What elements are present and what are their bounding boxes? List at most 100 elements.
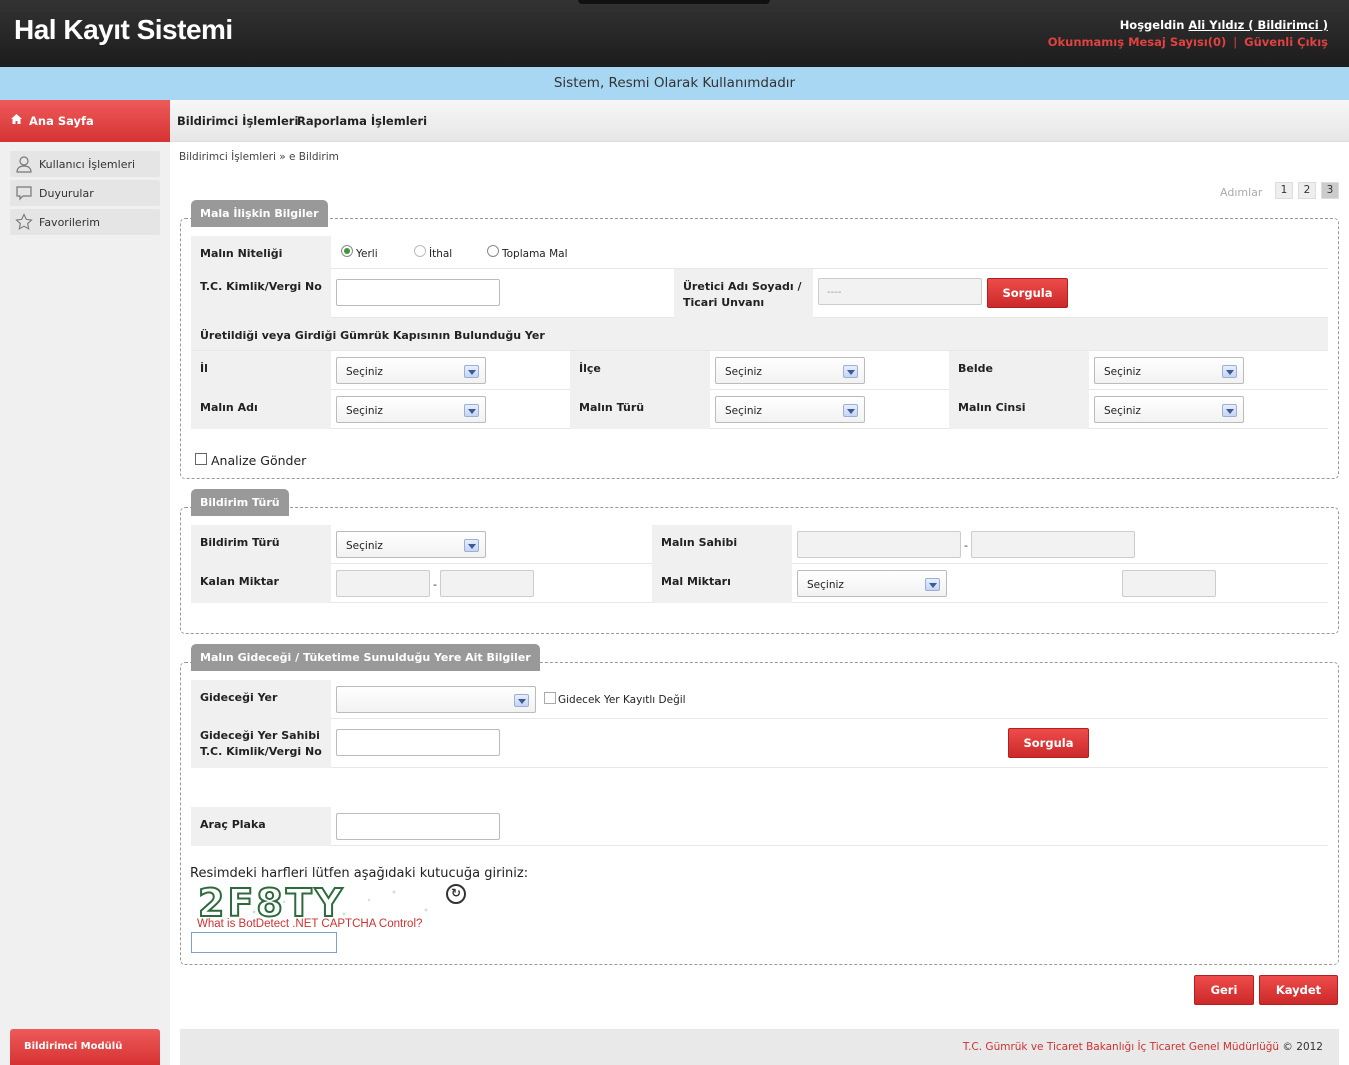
captcha-text: 2F8TY [198,882,345,920]
radio-toplama-mal[interactable] [487,245,499,257]
radio-label-toplama: Toplama Mal [502,248,568,260]
label-malin-niteligi: Malın Niteliği [191,236,331,269]
refresh-captcha-icon[interactable]: ↻ [446,884,466,904]
footer: T.C. Gümrük ve Ticaret Bakanlığı İç Tica… [180,1029,1339,1065]
chevron-down-icon [925,578,940,591]
arac-plaka-input[interactable] [336,813,500,840]
legend-mala-iliskin: Mala İlişkin Bilgiler [191,200,328,227]
speech-bubble-icon [16,186,32,201]
top-header: Hal Kayıt Sistemi Hoşgeldin Ali Yıldız (… [0,0,1349,67]
label-mal-miktari: Mal Miktarı [652,564,792,603]
home-label: Ana Sayfa [29,114,94,128]
messages-link[interactable]: Okunmamış Mesaj Sayısı(0) [1048,35,1227,49]
footer-copyright: © 2012 [1279,1041,1323,1053]
header-links: Okunmamış Mesaj Sayısı(0) | Güvenli Çıkış [1048,35,1328,49]
belde-select[interactable]: Seçiniz [1094,357,1244,384]
module-button[interactable]: Bildirimci Modülü [10,1029,160,1065]
sorgula-yer-sahibi-button[interactable]: Sorgula [1008,728,1089,758]
sidebar-item-label: Kullanıcı İşlemleri [39,158,136,171]
malin-sahibi-input-1[interactable] [797,531,961,558]
malin-cinsi-select[interactable]: Seçiniz [1094,396,1244,423]
uretici-adi-input[interactable]: ---- [818,278,982,305]
label-yer-sahibi: Gideceği Yer Sahibi T.C. Kimlik/Vergi No [191,719,331,768]
logout-link[interactable]: Güvenli Çıkış [1244,35,1328,49]
uretici-placeholder: ---- [827,287,842,298]
app-title: Hal Kayıt Sistemi [14,14,233,45]
footer-org-link[interactable]: T.C. Gümrük ve Ticaret Bakanlığı İç Tica… [963,1041,1279,1053]
captcha-input[interactable] [191,932,337,953]
home-nav-button[interactable]: Ana Sayfa [0,100,170,142]
label-ilce: İlçe [570,351,710,390]
yer-sahibi-tc-input[interactable] [336,729,500,756]
legend-gidecegi-yer: Malın Gideceği / Tüketime Sunulduğu Yere… [191,644,540,671]
footer-text: T.C. Gümrük ve Ticaret Bakanlığı İç Tica… [963,1041,1323,1053]
radio-yerli[interactable] [341,245,353,257]
label-malin-sahibi: Malın Sahibi [652,525,792,564]
user-link[interactable]: Ali Yıldız ( Bildirimci ) [1188,18,1328,32]
kayitli-degil-checkbox[interactable] [544,692,556,704]
welcome-text: Hoşgeldin Ali Yıldız ( Bildirimci ) [1120,18,1328,32]
analize-gonder-checkbox[interactable] [195,453,207,465]
nav-bildirimci[interactable]: Bildirimci İşlemleri [177,114,298,128]
sidebar-item-kullanici[interactable]: Kullanıcı İşlemleri [10,151,160,177]
breadcrumb: Bildirimci İşlemleri » e Bildirim [179,151,339,163]
label-kalan-miktar: Kalan Miktar [191,564,331,603]
captcha-info-link[interactable]: What is BotDetect .NET CAPTCHA Control? [197,918,422,930]
sidebar-item-label: Favorilerim [39,216,100,229]
radio-label-yerli: Yerli [356,248,378,260]
kalan-miktar-input-1[interactable] [336,570,430,597]
label-malin-cinsi: Malın Cinsi [949,390,1089,429]
legend-bildirim-turu: Bildirim Türü [191,489,289,516]
malin-turu-select[interactable]: Seçiniz [715,396,865,423]
chevron-down-icon [514,694,529,707]
step-2[interactable]: 2 [1298,182,1316,199]
steps-label: Adımlar [1220,186,1263,199]
label-malin-turu: Malın Türü [570,390,710,429]
malin-sahibi-input-2[interactable] [971,531,1135,558]
sidebar-item-label: Duyurular [39,187,94,200]
header-separator: | [1233,35,1238,49]
status-banner: Sistem, Resmi Olarak Kullanımdadır [0,67,1349,100]
bildirim-turu-select[interactable]: Seçiniz [336,531,486,558]
label-gidecegi-yer: Gideceği Yer [191,680,331,719]
kayitli-degil-label: Gidecek Yer Kayıtlı Değil [558,694,686,706]
ilce-select[interactable]: Seçiniz [715,357,865,384]
chevron-down-icon [843,365,858,378]
nav-raporlama[interactable]: Raporlama İşlemleri [297,114,427,128]
tc-kimlik-input[interactable] [336,279,500,306]
mal-miktari-input[interactable] [1122,570,1216,597]
back-button[interactable]: Geri [1194,975,1254,1005]
chevron-down-icon [464,365,479,378]
home-icon [11,114,22,124]
radio-label-ithal: İthal [429,248,453,260]
sidebar-item-favorilerim[interactable]: Favorilerim [10,209,160,235]
step-3[interactable]: 3 [1321,182,1339,199]
il-select[interactable]: Seçiniz [336,357,486,384]
user-icon [16,156,32,173]
captcha-instruction: Resimdeki harfleri lütfen aşağıdaki kutu… [190,866,529,881]
chevron-down-icon [464,539,479,552]
header-notch [578,0,770,4]
chevron-down-icon [464,404,479,417]
label-uretici: Üretici Adı Soyadı / Ticari Unvanı [674,269,813,318]
radio-ithal[interactable] [414,245,426,257]
mal-miktari-select[interactable]: Seçiniz [797,570,947,597]
gidecegi-yer-select[interactable] [336,686,536,713]
sidebar [0,142,170,1065]
malin-adi-select[interactable]: Seçiniz [336,396,486,423]
kalan-miktar-input-2[interactable] [440,570,534,597]
step-1[interactable]: 1 [1275,182,1293,199]
label-belde: Belde [949,351,1089,390]
sorgula-button[interactable]: Sorgula [987,278,1068,308]
save-button[interactable]: Kaydet [1259,975,1338,1005]
label-bildirim-turu: Bildirim Türü [191,525,331,564]
analize-gonder-label: Analize Gönder [211,453,307,468]
chevron-down-icon [1222,365,1237,378]
label-arac-plaka: Araç Plaka [191,807,331,846]
label-tc-kimlik: T.C. Kimlik/Vergi No [191,269,331,318]
dash-separator: - [964,539,968,552]
chevron-down-icon [1222,404,1237,417]
sidebar-item-duyurular[interactable]: Duyurular [10,180,160,206]
label-malin-adi: Malın Adı [191,390,331,429]
star-icon [15,213,33,230]
